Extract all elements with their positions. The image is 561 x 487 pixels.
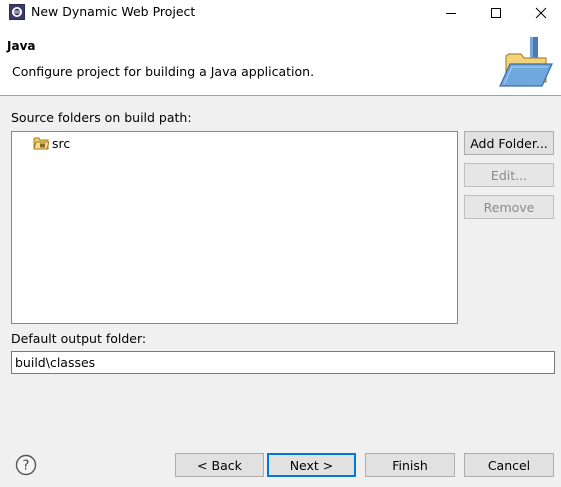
finish-button[interactable]: Finish xyxy=(365,453,455,477)
page-description: Configure project for building a Java ap… xyxy=(12,64,315,79)
source-folder-icon xyxy=(33,137,49,150)
minimize-button[interactable] xyxy=(429,0,473,26)
close-icon xyxy=(535,7,547,19)
back-button[interactable]: < Back xyxy=(175,453,264,477)
minimize-icon xyxy=(446,13,456,14)
add-folder-button[interactable]: Add Folder... xyxy=(464,131,554,155)
eclipse-app-icon xyxy=(9,4,25,20)
source-folders-tree[interactable]: src xyxy=(11,131,458,324)
wizard-header: Java Configure project for building a Ja… xyxy=(0,26,561,96)
help-icon[interactable]: ? xyxy=(15,454,37,476)
java-project-folder-icon xyxy=(499,37,553,87)
next-button[interactable]: Next > xyxy=(267,453,356,477)
close-button[interactable] xyxy=(519,0,561,26)
maximize-button[interactable] xyxy=(474,0,518,26)
remove-button[interactable]: Remove xyxy=(464,195,554,219)
cancel-button[interactable]: Cancel xyxy=(464,453,554,477)
title-bar: New Dynamic Web Project xyxy=(0,0,561,26)
tree-item-src[interactable]: src xyxy=(33,134,70,152)
edit-button[interactable]: Edit... xyxy=(464,163,554,187)
window-title: New Dynamic Web Project xyxy=(31,4,196,19)
svg-text:?: ? xyxy=(23,459,30,474)
source-folders-label: Source folders on build path: xyxy=(11,110,192,125)
maximize-icon xyxy=(491,8,501,18)
output-folder-input[interactable]: build\classes xyxy=(11,351,555,374)
output-folder-label: Default output folder: xyxy=(11,331,147,346)
page-title: Java xyxy=(7,39,36,53)
tree-item-label: src xyxy=(52,135,71,151)
